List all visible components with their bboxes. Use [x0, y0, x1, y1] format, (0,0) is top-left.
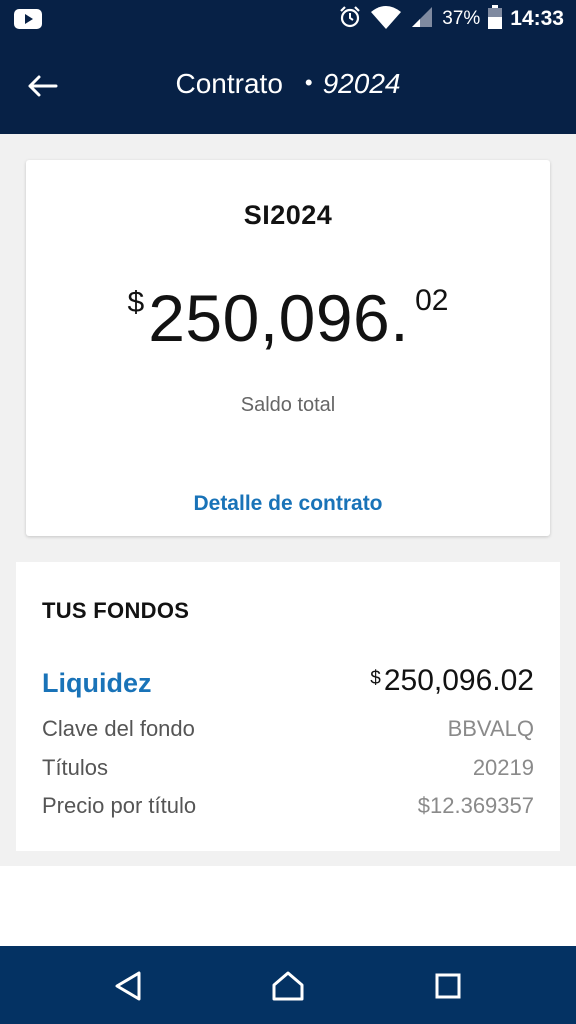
total-balance: $ 250,096. 02	[26, 278, 550, 358]
nav-home-button[interactable]	[266, 964, 310, 1008]
currency-symbol: $	[127, 286, 145, 319]
wifi-icon	[370, 4, 402, 35]
balance-label: Saldo total	[240, 394, 336, 416]
nav-back-icon	[115, 971, 141, 1001]
app-header: Contrato • 92024	[0, 38, 576, 134]
main-content: SI2024 $ 250,096. 02 Saldo total Detalle…	[0, 134, 576, 866]
fund-detail-label: Títulos	[42, 755, 109, 780]
contract-name: SI2024	[243, 200, 333, 230]
fund-detail-value: 20219	[472, 755, 534, 780]
contract-number: 92024	[322, 68, 401, 99]
fund-detail-label: Clave del fondo	[42, 716, 195, 741]
fund-detail-row: Títulos 20219	[42, 755, 534, 781]
contract-detail-link[interactable]: Detalle de contrato	[26, 492, 550, 516]
fund-amount: $ 250,096.02	[370, 664, 534, 698]
funds-card: TUS FONDOS Liquidez $ 250,096.02 Clave d…	[16, 562, 560, 851]
separator-dot: •	[304, 70, 313, 95]
battery-icon	[488, 4, 503, 34]
page-title-label: Contrato	[175, 68, 283, 99]
status-bar: 37% 14:33	[0, 0, 576, 38]
fund-amount-value: 250,096.02	[383, 664, 534, 697]
nav-recents-button[interactable]	[426, 964, 470, 1008]
fund-detail-row: Precio por título $12.369357	[42, 793, 534, 819]
balance-card: SI2024 $ 250,096. 02 Saldo total Detalle…	[26, 160, 550, 536]
alarm-icon	[338, 5, 362, 34]
balance-decimal: 02	[415, 284, 449, 317]
fund-detail-label: Precio por título	[42, 793, 197, 818]
fund-detail-row: Clave del fondo BBVALQ	[42, 716, 534, 742]
page-title: Contrato • 92024	[0, 68, 576, 100]
youtube-icon	[14, 8, 42, 35]
battery-percent: 37%	[442, 8, 481, 29]
status-icons: 37% 14:33	[338, 0, 564, 38]
status-time: 14:33	[510, 7, 564, 30]
nav-recents-icon	[435, 973, 461, 999]
system-nav-bar	[0, 946, 576, 1024]
signal-icon	[410, 5, 434, 34]
balance-integer: 250,096.	[148, 281, 410, 355]
funds-section-title: TUS FONDOS	[42, 598, 190, 623]
fund-detail-value: BBVALQ	[447, 716, 534, 741]
fund-currency-symbol: $	[370, 668, 381, 689]
fund-name-link[interactable]: Liquidez	[42, 668, 152, 699]
fund-detail-value: $12.369357	[417, 793, 534, 818]
nav-back-button[interactable]	[106, 964, 150, 1008]
nav-home-icon	[272, 971, 304, 1001]
